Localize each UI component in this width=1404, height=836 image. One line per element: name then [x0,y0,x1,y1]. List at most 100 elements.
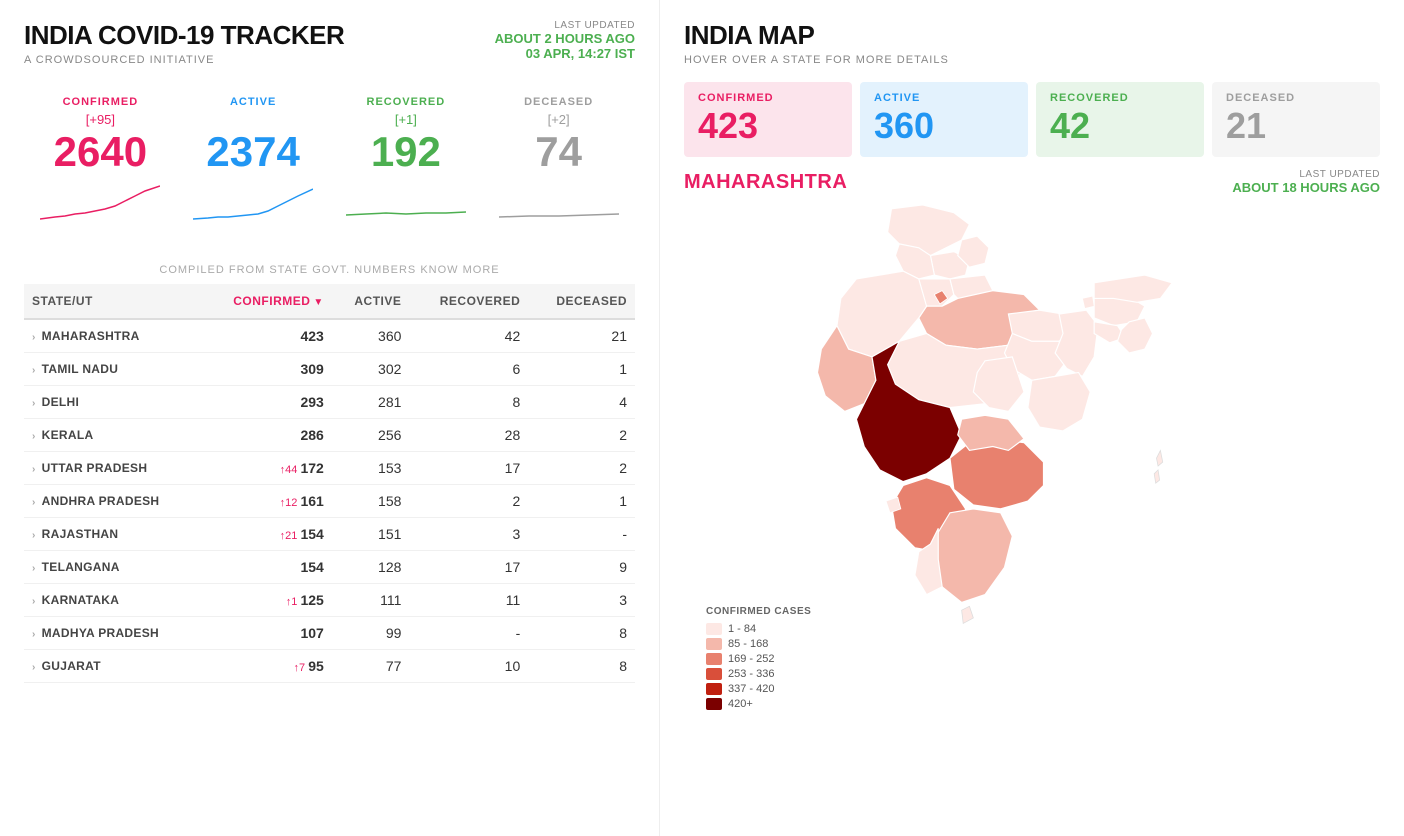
legend-color-swatch [706,683,722,695]
legend-color-swatch [706,653,722,665]
deceased-cell: 4 [528,386,635,419]
legend-range-label: 337 - 420 [728,683,774,695]
confirmed-number: 172 [300,460,323,476]
state-recovered-label: RECOVERED [1050,92,1190,104]
confirmed-cell: 154 [201,551,332,584]
state-name-cell: ›MAHARASHTRA [24,319,201,353]
col-active[interactable]: ACTIVE [332,284,410,319]
confirmed-number: 154 [300,559,323,575]
active-cell: 302 [332,353,410,386]
active-cell: 158 [332,485,410,518]
col-deceased[interactable]: DECEASED [528,284,635,319]
recovered-cell: - [409,617,528,650]
legend-range-label: 85 - 168 [728,638,768,650]
state-active-label: ACTIVE [874,92,1014,104]
deceased-sparkline [499,181,619,221]
active-sparkline [193,181,313,221]
confirmed-number: 95 [308,658,324,674]
confirmed-number: 107 [300,625,323,641]
legend-item: 253 - 336 [706,668,811,680]
confirmed-cell: 293 [201,386,332,419]
table-row[interactable]: ›KARNATAKA ↑1 125 111 11 3 [24,584,635,617]
legend-range-label: 1 - 84 [728,623,756,635]
col-confirmed[interactable]: CONFIRMED▼ [201,284,332,319]
table-row[interactable]: ›GUJARAT ↑7 95 77 10 8 [24,650,635,683]
row-chevron-icon: › [32,464,36,475]
state-name-cell: ›ANDHRA PRADESH [24,485,201,518]
active-cell: 281 [332,386,410,419]
state-active-value: 360 [874,104,1014,147]
table-row[interactable]: ›MADHYA PRADESH 107 99 - 8 [24,617,635,650]
table-row[interactable]: ›RAJASTHAN ↑21 154 151 3 - [24,518,635,551]
confirmed-number: 286 [300,427,323,443]
active-cell: 77 [332,650,410,683]
active-delta [182,112,325,127]
row-chevron-icon: › [32,398,36,409]
row-chevron-icon: › [32,563,36,574]
legend-color-swatch [706,638,722,650]
confirmed-value: 2640 [29,131,172,173]
map-last-updated-label: LAST UPDATED [1232,169,1380,180]
state-active-box: ACTIVE 360 [860,82,1028,157]
state-name-cell: ›UTTAR PRADESH [24,452,201,485]
delta-indicator: ↑7 [294,662,309,674]
row-chevron-icon: › [32,662,36,673]
row-chevron-icon: › [32,629,36,640]
recovered-value: 192 [335,131,478,173]
stat-recovered: RECOVERED [+1] 192 [330,86,483,234]
active-cell: 360 [332,319,410,353]
legend-range-label: 420+ [728,698,753,710]
table-row[interactable]: ›KERALA 286 256 28 2 [24,419,635,452]
state-name-cell: ›RAJASTHAN [24,518,201,551]
state-confirmed-box: CONFIRMED 423 [684,82,852,157]
deceased-delta: [+2] [487,112,630,127]
deceased-cell: 1 [528,485,635,518]
last-updated: LAST UPDATED ABOUT 2 HOURS AGO 03 APR, 1… [495,20,635,61]
table-row[interactable]: ›ANDHRA PRADESH ↑12 161 158 2 1 [24,485,635,518]
deceased-cell: 9 [528,551,635,584]
confirmed-number: 423 [300,328,323,344]
state-confirmed-label: CONFIRMED [698,92,838,104]
confirmed-number: 293 [300,394,323,410]
state-name-cell: ›KERALA [24,419,201,452]
col-state[interactable]: STATE/UT [24,284,201,319]
recovered-cell: 28 [409,419,528,452]
delta-indicator: ↑21 [280,530,301,542]
confirmed-label: CONFIRMED [29,96,172,108]
active-value: 2374 [182,131,325,173]
state-name-cell: ›TAMIL NADU [24,353,201,386]
state-name-cell: ›MADHYA PRADESH [24,617,201,650]
legend-color-swatch [706,623,722,635]
recovered-sparkline [346,181,466,221]
state-deceased-value: 21 [1226,104,1366,147]
row-chevron-icon: › [32,332,36,343]
confirmed-cell: 107 [201,617,332,650]
left-panel: INDIA COVID-19 TRACKER A CROWDSOURCED IN… [0,0,660,836]
legend-item: 420+ [706,698,811,710]
header-title: INDIA COVID-19 TRACKER A CROWDSOURCED IN… [24,20,344,66]
map-container[interactable]: CONFIRMED CASES 1 - 84 85 - 168 169 - 25… [684,201,1380,731]
table-row[interactable]: ›UTTAR PRADESH ↑44 172 153 17 2 [24,452,635,485]
confirmed-number: 309 [300,361,323,377]
legend-item: 1 - 84 [706,623,811,635]
table-row[interactable]: ›TAMIL NADU 309 302 6 1 [24,353,635,386]
row-chevron-icon: › [32,596,36,607]
deceased-cell: 2 [528,419,635,452]
app-subtitle: A CROWDSOURCED INITIATIVE [24,54,344,66]
table-row[interactable]: ›MAHARASHTRA 423 360 42 21 [24,319,635,353]
deceased-cell: 8 [528,617,635,650]
confirmed-cell: ↑44 172 [201,452,332,485]
state-name-cell: ›TELANGANA [24,551,201,584]
col-recovered[interactable]: RECOVERED [409,284,528,319]
active-cell: 128 [332,551,410,584]
confirmed-number: 125 [300,592,323,608]
stat-confirmed: CONFIRMED [+95] 2640 [24,86,177,234]
map-title: INDIA MAP [684,20,1380,51]
recovered-cell: 17 [409,452,528,485]
table-row[interactable]: ›TELANGANA 154 128 17 9 [24,551,635,584]
confirmed-cell: 423 [201,319,332,353]
row-chevron-icon: › [32,431,36,442]
right-panel: INDIA MAP HOVER OVER A STATE FOR MORE DE… [660,0,1404,836]
map-legend: CONFIRMED CASES 1 - 84 85 - 168 169 - 25… [694,598,823,721]
table-row[interactable]: ›DELHI 293 281 8 4 [24,386,635,419]
